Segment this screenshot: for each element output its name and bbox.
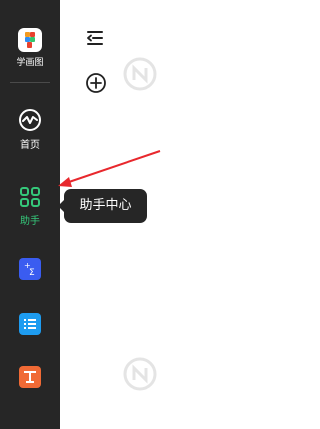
tooltip: 助手中心	[58, 189, 147, 223]
tooltip-text: 助手中心	[79, 198, 132, 213]
